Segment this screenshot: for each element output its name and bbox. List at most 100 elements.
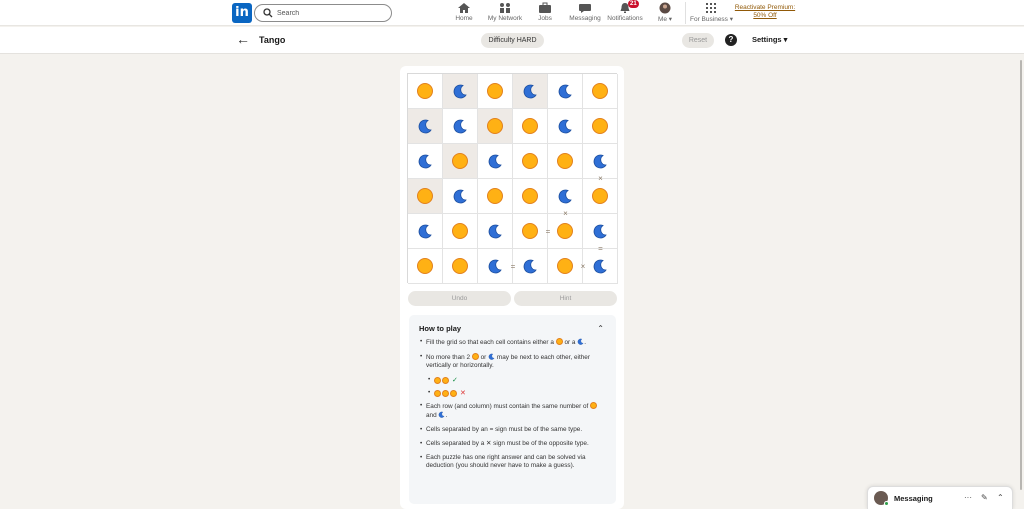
sun-icon (487, 188, 503, 204)
moon-icon (418, 224, 432, 239)
moon-icon (453, 84, 467, 99)
page-scrollbar[interactable] (1018, 54, 1024, 509)
grid-cell[interactable] (408, 74, 443, 109)
nav-home-label: Home (455, 15, 473, 22)
cross-constraint: × (598, 174, 603, 183)
reactivate-premium-link[interactable]: Reactivate Premium: 50% Off (733, 4, 797, 20)
chevron-up-icon[interactable]: ⌃ (997, 493, 1004, 502)
search-input[interactable] (277, 6, 387, 20)
messaging-widget[interactable]: Messaging ··· ✎ ⌃ (867, 486, 1013, 509)
moon-icon (558, 84, 572, 99)
nav-notifications[interactable]: 21 Notifications (607, 0, 643, 26)
grid-cell[interactable] (583, 74, 618, 109)
more-options-icon[interactable]: ··· (964, 493, 972, 502)
grid-cell[interactable] (583, 249, 618, 284)
checkmark-icon: ✓ (452, 376, 458, 384)
grid-cell[interactable] (478, 214, 513, 249)
sun-icon (557, 223, 573, 239)
rule1-text-a: Fill the grid so that each cell contains… (426, 339, 554, 346)
help-icon[interactable]: ? (725, 34, 737, 46)
grid-cell[interactable] (443, 214, 478, 249)
grid-cell[interactable] (408, 179, 443, 214)
grid-cell[interactable] (548, 214, 583, 249)
rule-equal-sign: Cells separated by an = sign must be of … (420, 426, 608, 434)
equal-constraint: = (510, 261, 516, 271)
equal-constraint: = (598, 244, 603, 253)
online-status-dot (884, 501, 889, 506)
nav-home[interactable]: Home (452, 2, 476, 26)
moon-icon (558, 189, 572, 204)
grid-cell[interactable] (408, 109, 443, 144)
rule1-text-c: . (584, 339, 587, 346)
premium-line-1: Reactivate Premium: (734, 4, 796, 11)
home-icon (458, 3, 470, 13)
nav-jobs[interactable]: Jobs (535, 2, 555, 26)
sun-icon (487, 118, 503, 134)
reset-button[interactable]: Reset (682, 33, 714, 48)
moon-icon (523, 84, 537, 99)
avatar (659, 2, 671, 14)
grid-cell[interactable] (478, 74, 513, 109)
scrollbar-thumb[interactable] (1020, 60, 1022, 490)
sun-icon (555, 338, 563, 345)
moon-icon (453, 119, 467, 134)
grid-cell[interactable] (513, 249, 548, 284)
grid-cell[interactable] (443, 144, 478, 179)
grid-cell[interactable] (408, 249, 443, 284)
difficulty-badge: Difficulty HARD (481, 33, 544, 48)
rule-one-answer: Each puzzle has one right answer and can… (420, 454, 608, 470)
grid-cell[interactable] (408, 214, 443, 249)
grid-cell[interactable] (548, 109, 583, 144)
settings-menu-button[interactable]: Settings ▾ (752, 35, 787, 44)
moon-icon (488, 353, 495, 360)
sun-icon (592, 118, 608, 134)
grid-cell[interactable] (513, 74, 548, 109)
nav-my-network-label: My Network (487, 15, 523, 22)
sun-icon (522, 153, 538, 169)
linkedin-logo[interactable]: in (232, 3, 252, 23)
moon-icon (418, 119, 432, 134)
grid-cell[interactable] (443, 74, 478, 109)
grid-cell[interactable] (548, 144, 583, 179)
notifications-badge: 21 (628, 0, 639, 8)
sun-icon (557, 258, 573, 274)
nav-for-business[interactable]: For Business ▾ (690, 2, 733, 26)
compose-icon[interactable]: ✎ (981, 493, 988, 502)
grid-cell[interactable] (513, 179, 548, 214)
rule-cross-sign: Cells separated by a ✕ sign must be of t… (420, 440, 608, 448)
search-box[interactable] (254, 4, 392, 22)
rule3-text-a: Each row (and column) must contain the s… (426, 403, 589, 410)
grid-cell[interactable] (513, 144, 548, 179)
back-arrow-icon[interactable]: ← (236, 32, 250, 46)
chat-icon (579, 4, 591, 13)
grid-cell[interactable] (583, 179, 618, 214)
grid-cell[interactable] (513, 109, 548, 144)
hint-button[interactable]: Hint (514, 291, 617, 306)
sun-icon (417, 188, 433, 204)
premium-line-2: 50% Off (753, 12, 777, 19)
sun-icon (442, 377, 449, 384)
grid-cell[interactable] (443, 179, 478, 214)
sun-icon (592, 83, 608, 99)
grid-cell[interactable] (478, 179, 513, 214)
sun-icon (434, 377, 441, 384)
sun-icon (452, 223, 468, 239)
grid-cell[interactable] (443, 109, 478, 144)
moon-icon (488, 259, 502, 274)
grid-cell[interactable] (478, 109, 513, 144)
moon-icon (418, 154, 432, 169)
nav-my-network[interactable]: My Network (487, 2, 523, 26)
example-valid: ✓ (420, 376, 608, 385)
sun-icon (417, 258, 433, 274)
rule3-text-c: . (445, 412, 448, 419)
undo-button[interactable]: Undo (408, 291, 511, 306)
grid-cell[interactable] (443, 249, 478, 284)
collapse-caret-icon[interactable]: ⌃ (597, 324, 604, 333)
nav-messaging[interactable]: Messaging (569, 2, 601, 26)
grid-cell[interactable] (478, 144, 513, 179)
grid-cell[interactable] (583, 109, 618, 144)
nav-me[interactable]: Me ▾ (654, 2, 676, 26)
grid-cell[interactable] (408, 144, 443, 179)
grid-cell[interactable] (548, 74, 583, 109)
network-icon (500, 3, 510, 13)
